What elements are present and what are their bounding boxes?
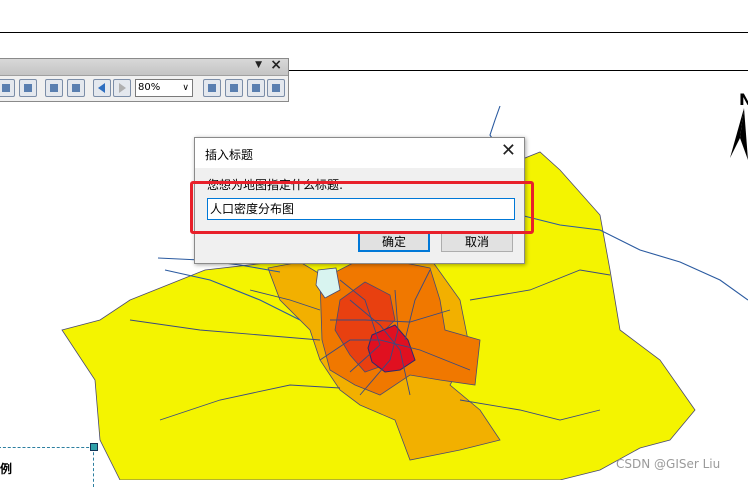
fixed-zoom-out-icon[interactable] — [67, 79, 85, 97]
dialog-title: 插入标题 — [205, 148, 254, 162]
toolbar-titlebar[interactable]: ▼ × — [0, 57, 288, 76]
zoom-level-value: 80% — [138, 82, 161, 93]
data-driven-pages-icon[interactable] — [267, 79, 285, 97]
legend-selection-box[interactable] — [0, 447, 94, 487]
toolbar-close-icon[interactable]: × — [270, 57, 282, 73]
red-highlight-box — [190, 181, 534, 234]
watermark: CSDN @GISer Liu — [616, 457, 721, 471]
zoom-whole-page-icon[interactable] — [0, 79, 15, 97]
north-arrow-label: N — [739, 90, 748, 109]
toolbar-options-icon[interactable]: ▼ — [255, 60, 262, 70]
north-arrow-icon[interactable] — [730, 108, 748, 160]
chevron-down-icon: ∨ — [182, 83, 189, 93]
toolbar-buttons-row: 80% ∨ — [0, 78, 288, 100]
dialog-titlebar: 插入标题 ✕ — [195, 138, 524, 168]
zoom-100-percent-icon[interactable] — [19, 79, 37, 97]
cancel-button[interactable]: 取消 — [441, 232, 513, 252]
legend-title: 例 — [0, 462, 13, 476]
go-forward-extent-icon[interactable] — [113, 79, 131, 97]
toggle-draft-mode-icon[interactable] — [203, 79, 221, 97]
legend-resize-handle[interactable] — [90, 443, 98, 451]
go-back-extent-icon[interactable] — [93, 79, 111, 97]
change-layout-icon[interactable] — [247, 79, 265, 97]
close-icon[interactable]: ✕ — [501, 141, 516, 161]
focus-data-frame-icon[interactable] — [225, 79, 243, 97]
ok-button[interactable]: 确定 — [358, 232, 430, 252]
layout-toolbar: ▼ × 80% ∨ — [0, 57, 289, 102]
zoom-level-select[interactable]: 80% ∨ — [135, 79, 193, 97]
fixed-zoom-in-icon[interactable] — [45, 79, 63, 97]
